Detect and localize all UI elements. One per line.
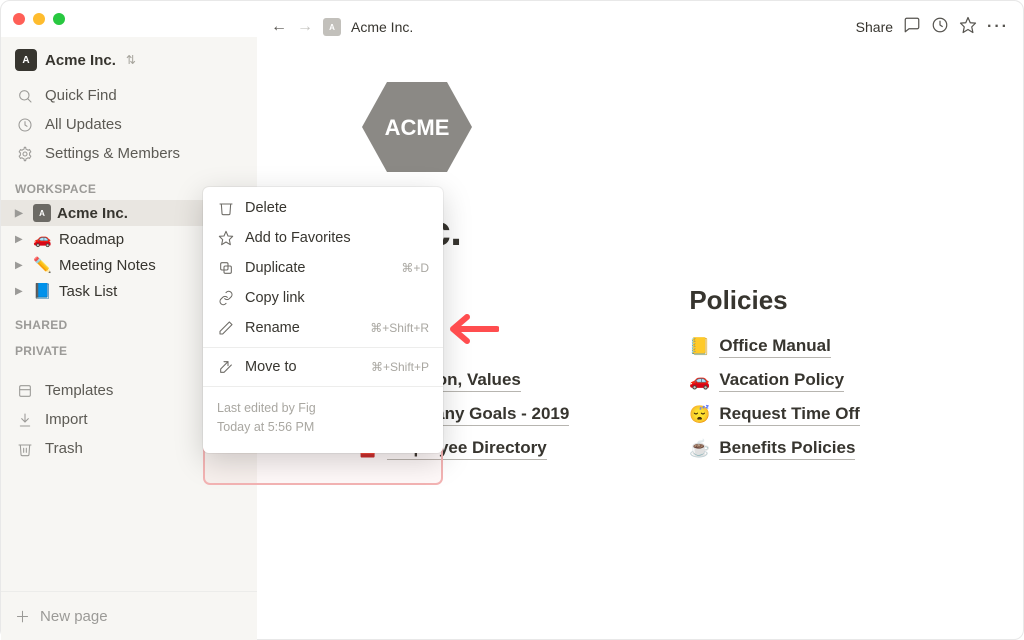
menu-separator (203, 347, 443, 348)
window-close-icon[interactable] (13, 13, 25, 25)
quick-find[interactable]: Quick Find (1, 81, 257, 110)
menu-copy-link[interactable]: Copy link (203, 283, 443, 313)
heading-policies: Policies (689, 285, 859, 316)
menu-separator (203, 386, 443, 387)
gear-icon (15, 146, 35, 162)
shortcut: ⌘+D (401, 261, 429, 275)
more-icon[interactable]: ··· (987, 18, 1009, 36)
menu-label: Rename (245, 320, 300, 336)
nav-forward-button[interactable]: → (297, 18, 313, 36)
page-link[interactable]: 🚗Vacation Policy (689, 370, 859, 392)
download-icon (15, 412, 35, 428)
menu-label: Delete (245, 200, 287, 216)
favorite-icon[interactable] (959, 16, 977, 39)
share-button[interactable]: Share (856, 19, 893, 35)
menu-label: Copy link (245, 290, 305, 306)
import-label: Import (45, 411, 88, 428)
move-icon (217, 359, 235, 375)
trash-icon (15, 441, 35, 457)
caret-right-icon[interactable]: ▶ (15, 208, 27, 219)
new-page-button[interactable]: ＋ New page (1, 591, 257, 640)
menu-add-favorites[interactable]: Add to Favorites (203, 223, 443, 253)
workspace-icon: A (15, 49, 37, 71)
breadcrumb-icon: A (323, 18, 341, 36)
plus-icon: ＋ (15, 606, 30, 627)
page-link[interactable]: 📒Office Manual (689, 336, 859, 358)
menu-delete[interactable]: Delete (203, 193, 443, 223)
window-minimize-icon[interactable] (33, 13, 45, 25)
menu-meta: Last edited by Fig Today at 5:56 PM (203, 391, 443, 447)
menu-label: Move to (245, 359, 297, 375)
menu-duplicate[interactable]: Duplicate ⌘+D (203, 253, 443, 283)
page-title: e Inc. (357, 207, 963, 255)
templates-label: Templates (45, 382, 113, 399)
shortcut: ⌘+Shift+P (371, 360, 429, 374)
page-link[interactable]: ☕Benefits Policies (689, 438, 859, 460)
meta-timestamp: Today at 5:56 PM (217, 418, 429, 437)
chevron-up-down-icon: ⇅ (126, 53, 136, 67)
caret-right-icon[interactable]: ▶ (15, 260, 27, 271)
workspace-name: Acme Inc. (45, 52, 116, 69)
caret-right-icon[interactable]: ▶ (15, 286, 27, 297)
meta-edited-by: Last edited by Fig (217, 399, 429, 418)
search-icon (15, 88, 35, 104)
context-menu: Delete Add to Favorites Duplicate ⌘+D Co… (203, 187, 443, 453)
quick-find-label: Quick Find (45, 87, 117, 104)
svg-text:ACME: ACME (385, 115, 450, 140)
page-link[interactable]: 😴Request Time Off (689, 404, 859, 426)
trash-label: Trash (45, 440, 83, 457)
tree-label: Roadmap (59, 231, 124, 248)
clock-icon (15, 117, 35, 133)
settings-members[interactable]: Settings & Members (1, 139, 257, 168)
link-icon (217, 290, 235, 306)
duplicate-icon (217, 260, 235, 276)
nav-back-button[interactable]: ← (271, 18, 287, 36)
tree-label: Acme Inc. (57, 205, 128, 222)
tree-label: Meeting Notes (59, 257, 156, 274)
column-policies: Policies 📒Office Manual 🚗Vacation Policy… (689, 285, 859, 472)
page-icon: ✏️ (33, 256, 53, 274)
all-updates[interactable]: All Updates (1, 110, 257, 139)
page-icon: 🚗 (33, 230, 53, 248)
updates-icon[interactable] (931, 16, 949, 39)
settings-label: Settings & Members (45, 145, 180, 162)
page-icon-acme: A (33, 204, 51, 222)
menu-label: Duplicate (245, 260, 305, 276)
menu-move-to[interactable]: Move to ⌘+Shift+P (203, 352, 443, 382)
page-logo: ACME (357, 77, 477, 177)
new-page-label: New page (40, 608, 108, 625)
workspace-switcher[interactable]: A Acme Inc. ⇅ (1, 43, 257, 81)
star-icon (217, 230, 235, 246)
shortcut: ⌘+Shift+R (370, 321, 429, 335)
comments-icon[interactable] (903, 16, 921, 39)
template-icon (15, 383, 35, 399)
tree-label: Task List (59, 283, 117, 300)
page-icon: 📘 (33, 282, 53, 300)
edit-icon (217, 320, 235, 336)
breadcrumb[interactable]: Acme Inc. (351, 19, 413, 35)
window-zoom-icon[interactable] (53, 13, 65, 25)
all-updates-label: All Updates (45, 116, 122, 133)
menu-label: Add to Favorites (245, 230, 351, 246)
caret-right-icon[interactable]: ▶ (15, 234, 27, 245)
menu-rename[interactable]: Rename ⌘+Shift+R (203, 313, 443, 343)
trash-icon (217, 200, 235, 216)
